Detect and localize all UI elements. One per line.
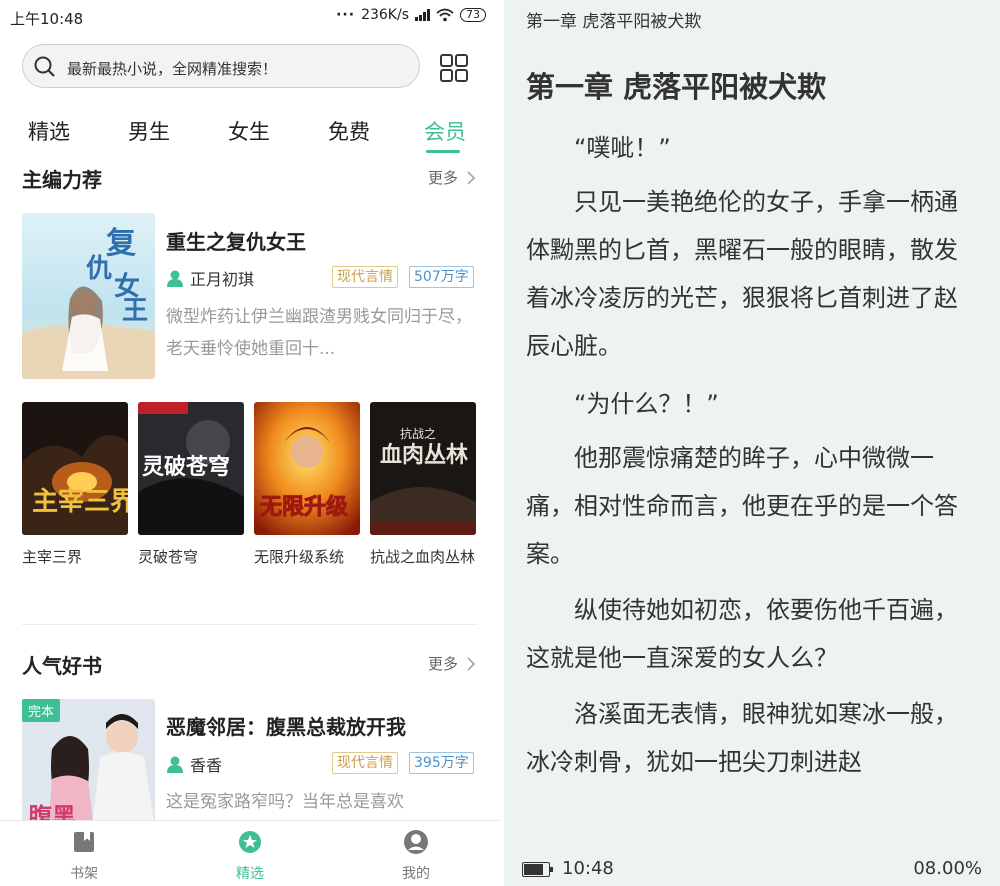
profile-icon bbox=[404, 830, 428, 854]
reader-chapter-title: 第一章 虎落平阳被犬欺 bbox=[526, 70, 827, 104]
dots-icon: ··· bbox=[336, 7, 356, 23]
reader-paragraph: “为什么？！” bbox=[574, 390, 719, 418]
cover-art: 灵破苍穹 bbox=[138, 402, 244, 535]
reader-paragraph: 只见一美艳绝伦的女子，手拿一柄通体黝黑的匕首，黑曜石一般的眼睛，散发着冰冷凌厉的… bbox=[526, 188, 958, 360]
chevron-right-icon bbox=[467, 656, 476, 671]
author-name: 香香 bbox=[190, 756, 223, 775]
nav-label: 精选 bbox=[236, 866, 264, 882]
bookstore-panel: 上午10:48 ··· 236K/s 73 最新最热小说，全网精准搜索！ 精选 … bbox=[0, 0, 500, 886]
grid-book-title[interactable]: 抗战之血肉丛林 bbox=[370, 546, 478, 568]
featured-book-desc: 微型炸药让伊兰幽跟渣男贱女同归于尽，老天垂怜使她重回十... bbox=[166, 307, 472, 359]
featured-book-cover[interactable]: 复 仇 女 王 bbox=[22, 213, 155, 379]
reader-paragraph: 洛溪面无表情，眼神犹如寒冰一般，冰冷刺骨，犹如一把尖刀刺进赵 bbox=[526, 700, 958, 776]
category-tabs: 精选 男生 女生 免费 会员 bbox=[0, 116, 500, 153]
svg-text:血肉丛林: 血肉丛林 bbox=[380, 442, 468, 468]
nav-bookshelf[interactable]: 书架 bbox=[44, 829, 124, 883]
category-grid-icon[interactable] bbox=[438, 52, 470, 84]
cover-art: 血肉丛林 抗战之 bbox=[370, 402, 476, 535]
reader-chapter-header: 第一章 虎落平阳被犬欺 bbox=[526, 12, 702, 32]
nav-profile[interactable]: 我的 bbox=[376, 829, 456, 883]
popular-book-title[interactable]: 恶魔邻居：腹黑总裁放开我 bbox=[166, 711, 406, 740]
featured-more-link[interactable]: 更多 bbox=[428, 167, 476, 188]
search-icon bbox=[34, 56, 55, 77]
featured-book-title[interactable]: 重生之复仇女王 bbox=[166, 226, 306, 255]
featured-book-author: 正月初琪 bbox=[166, 266, 254, 290]
nav-label: 我的 bbox=[402, 866, 430, 882]
popular-book-author: 香香 bbox=[166, 752, 222, 776]
reader-progress: 08.00% bbox=[913, 858, 982, 879]
reader-paragraph: 纵使待她如初恋，依要伤他千百遍，这就是他一直深爱的女人么？ bbox=[526, 596, 958, 672]
genre-tag: 现代言情 bbox=[332, 266, 398, 288]
tab-free[interactable]: 免费 bbox=[328, 116, 370, 146]
battery-icon bbox=[522, 862, 553, 877]
grid-book-cover[interactable]: 血肉丛林 抗战之 bbox=[370, 402, 476, 535]
nav-featured[interactable]: 精选 bbox=[210, 829, 290, 883]
tab-female[interactable]: 女生 bbox=[228, 116, 270, 146]
search-bar[interactable]: 最新最热小说，全网精准搜索！ bbox=[22, 44, 420, 88]
svg-text:灵破苍穹: 灵破苍穹 bbox=[142, 454, 230, 480]
svg-text:主宰三界: 主宰三界 bbox=[32, 486, 128, 517]
grid-book-cover[interactable]: 主宰三界 bbox=[22, 402, 128, 535]
completed-badge: 完本 bbox=[22, 699, 61, 722]
tab-vip[interactable]: 会员 bbox=[424, 116, 466, 146]
status-time: 上午10:48 bbox=[10, 10, 84, 28]
grid-book-title[interactable]: 无限升级系统 bbox=[254, 546, 364, 568]
network-speed: 236K/s bbox=[361, 7, 409, 23]
reader-time: 10:48 bbox=[562, 858, 614, 879]
active-tab-indicator bbox=[426, 150, 460, 153]
genre-tag: 现代言情 bbox=[332, 752, 398, 774]
tab-jingxuan[interactable]: 精选 bbox=[28, 116, 70, 146]
bookshelf-icon bbox=[74, 832, 94, 852]
popular-more-link[interactable]: 更多 bbox=[428, 653, 476, 674]
cover-art: 无限升级 bbox=[254, 402, 360, 535]
author-icon bbox=[167, 756, 183, 773]
reader-paragraph: 他那震惊痛楚的眸子，心中微微一痛，相对性命而言，他更在乎的是一个答案。 bbox=[526, 444, 958, 568]
featured-icon bbox=[239, 831, 261, 853]
author-icon bbox=[167, 270, 183, 287]
cover-art: 复 仇 女 王 bbox=[22, 213, 155, 379]
svg-text:无限升级: 无限升级 bbox=[260, 494, 348, 520]
word-count-tag: 395万字 bbox=[409, 752, 474, 774]
nav-label: 书架 bbox=[70, 866, 98, 882]
bottom-nav: 书架 精选 我的 bbox=[0, 820, 500, 886]
grid-book-title[interactable]: 灵破苍穹 bbox=[138, 546, 248, 568]
search-placeholder: 最新最热小说，全网精准搜索！ bbox=[67, 60, 278, 78]
popular-book-desc: 这是冤家路窄吗？当年总是喜欢 bbox=[166, 792, 404, 812]
battery-indicator: 73 bbox=[460, 8, 486, 22]
reader-footer: 10:48 08.00% bbox=[522, 858, 982, 882]
reader-panel[interactable]: 第一章 虎落平阳被犬欺 第一章 虎落平阳被犬欺 “噗呲！” 只见一美艳绝伦的女子… bbox=[504, 0, 1000, 886]
author-name: 正月初琪 bbox=[190, 270, 255, 289]
svg-text:王: 王 bbox=[122, 296, 148, 326]
grid-book-title[interactable]: 主宰三界 bbox=[22, 546, 132, 568]
svg-text:抗战之: 抗战之 bbox=[400, 426, 436, 441]
section-title-popular: 人气好书 bbox=[22, 654, 102, 678]
grid-book-cover[interactable]: 无限升级 bbox=[254, 402, 360, 535]
status-bar: 上午10:48 ··· 236K/s 73 bbox=[10, 6, 486, 28]
signal-icon bbox=[415, 9, 430, 21]
more-label: 更多 bbox=[427, 655, 458, 673]
grid-book-cover[interactable]: 灵破苍穹 bbox=[138, 402, 244, 535]
word-count-tag: 507万字 bbox=[409, 266, 474, 288]
svg-text:仇: 仇 bbox=[86, 254, 112, 284]
reader-paragraph: “噗呲！” bbox=[574, 134, 671, 162]
chevron-right-icon bbox=[467, 170, 476, 185]
section-divider bbox=[22, 624, 478, 625]
section-title-featured: 主编力荐 bbox=[22, 168, 102, 192]
tab-male[interactable]: 男生 bbox=[128, 116, 170, 146]
more-label: 更多 bbox=[427, 169, 458, 187]
wifi-icon bbox=[436, 8, 454, 22]
cover-art: 主宰三界 bbox=[22, 402, 128, 535]
